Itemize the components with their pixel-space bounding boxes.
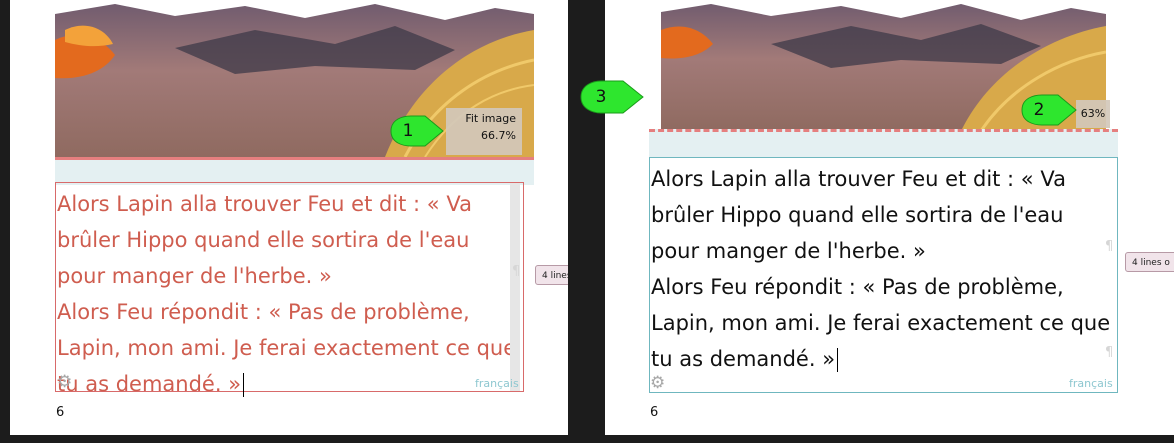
image-bottom-strip: [55, 157, 534, 185]
paragraph-1: Alors Lapin alla trouver Feu et dit : « …: [651, 167, 1066, 263]
pilcrow-icon: ¶: [1105, 345, 1114, 360]
gear-icon[interactable]: ⚙: [57, 372, 72, 392]
image-zoom-value: 63%: [1080, 107, 1106, 120]
text-caret: [837, 348, 839, 372]
image-bottom-strip: [649, 129, 1118, 157]
text-box[interactable]: Alors Lapin alla trouver Feu et dit : « …: [55, 182, 524, 397]
pilcrow-icon: ¶: [512, 264, 521, 279]
image-zoom-badge[interactable]: 63%: [1076, 100, 1110, 128]
page-number: 6: [56, 405, 65, 420]
language-label[interactable]: français: [1069, 377, 1113, 390]
gear-icon[interactable]: ⚙: [650, 373, 665, 393]
callout-2: 2: [1016, 93, 1078, 127]
right-page: 63% Alors Lapin alla trouver Feu et dit …: [605, 0, 1174, 435]
text-caret: [243, 373, 245, 397]
callout-1: 1: [385, 114, 445, 148]
callout-3: 3: [577, 79, 645, 115]
pilcrow-icon: ¶: [1105, 239, 1114, 254]
lines-count-tag: 4 lines of 10: [535, 265, 568, 285]
paragraph-2: Alors Feu répondit : « Pas de problème, …: [651, 275, 1111, 372]
paragraph-1: Alors Lapin alla trouver Feu et dit : « …: [57, 192, 472, 288]
text-box[interactable]: Alors Lapin alla trouver Feu et dit : « …: [649, 157, 1118, 393]
lines-count-tag: 4 lines o: [1125, 252, 1174, 272]
fit-image-label: Fit image: [465, 112, 516, 125]
language-label[interactable]: français: [475, 377, 519, 390]
paragraph-2: Alors Feu répondit : « Pas de problème, …: [57, 300, 517, 397]
image-zoom-value: 66.7%: [481, 129, 516, 142]
scrollbar[interactable]: [510, 183, 520, 391]
page-number: 6: [650, 405, 659, 420]
image-zoom-badge[interactable]: Fit image 66.7%: [446, 108, 522, 155]
left-page: Fit image 66.7% Alors Lapin alla trouver…: [10, 0, 568, 435]
